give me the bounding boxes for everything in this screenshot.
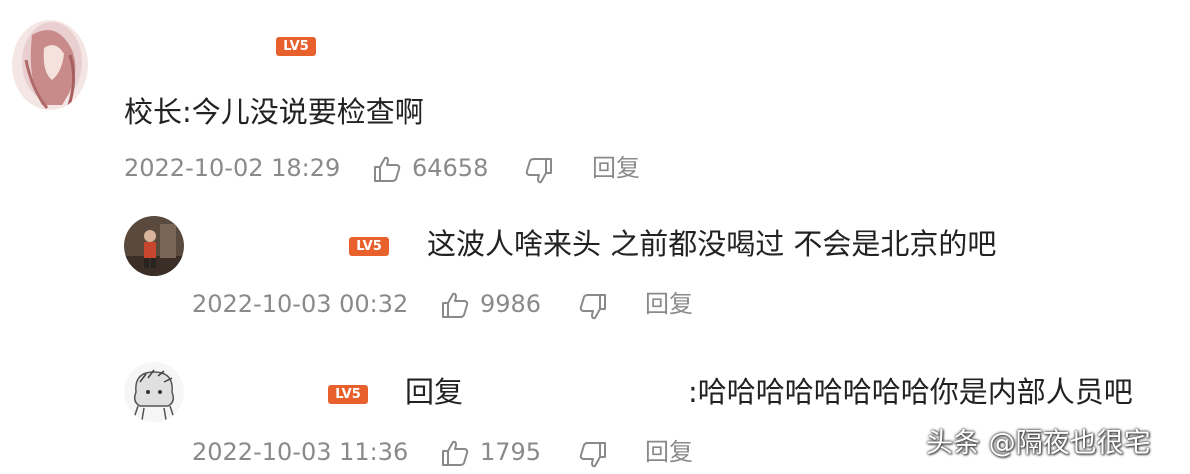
level-badge: LV5 — [276, 37, 316, 56]
reply-prefix[interactable]: 回复 — [405, 378, 463, 407]
comment-text: 这波人啥来头 之前都没喝过 不会是北京的吧 — [427, 227, 997, 261]
level-badge: LV5 — [328, 385, 368, 404]
comment-text: 校长:今儿没说要检查啊 — [124, 95, 424, 129]
avatar-image — [124, 362, 184, 422]
comment-timestamp: 2022-10-03 11:36 — [192, 438, 409, 466]
like-count: 64658 — [412, 154, 489, 182]
thumbs-up-icon[interactable] — [440, 290, 470, 320]
watermark: 头条 @隔夜也很宅 — [926, 428, 1151, 459]
like-count: 9986 — [480, 290, 542, 318]
avatar-image — [124, 216, 184, 276]
reply-button[interactable]: 回复 — [645, 292, 693, 316]
comment-timestamp: 2022-10-03 00:32 — [192, 290, 409, 318]
avatar[interactable] — [12, 20, 88, 110]
avatar-image — [12, 20, 88, 110]
comment-text: :哈哈哈哈哈哈哈哈你是内部人员吧 — [688, 375, 1133, 409]
thumbs-down-icon[interactable] — [578, 292, 608, 322]
avatar[interactable] — [124, 216, 184, 276]
thumbs-down-icon[interactable] — [524, 156, 554, 186]
like-count: 1795 — [480, 438, 542, 466]
reply-button[interactable]: 回复 — [592, 156, 640, 180]
comment-timestamp: 2022-10-02 18:29 — [124, 154, 341, 182]
thumbs-up-icon[interactable] — [440, 438, 470, 468]
thumbs-down-icon[interactable] — [578, 440, 608, 470]
level-badge: LV5 — [349, 237, 389, 256]
thumbs-up-icon[interactable] — [372, 154, 402, 184]
avatar[interactable] — [124, 362, 184, 422]
reply-button[interactable]: 回复 — [645, 440, 693, 464]
